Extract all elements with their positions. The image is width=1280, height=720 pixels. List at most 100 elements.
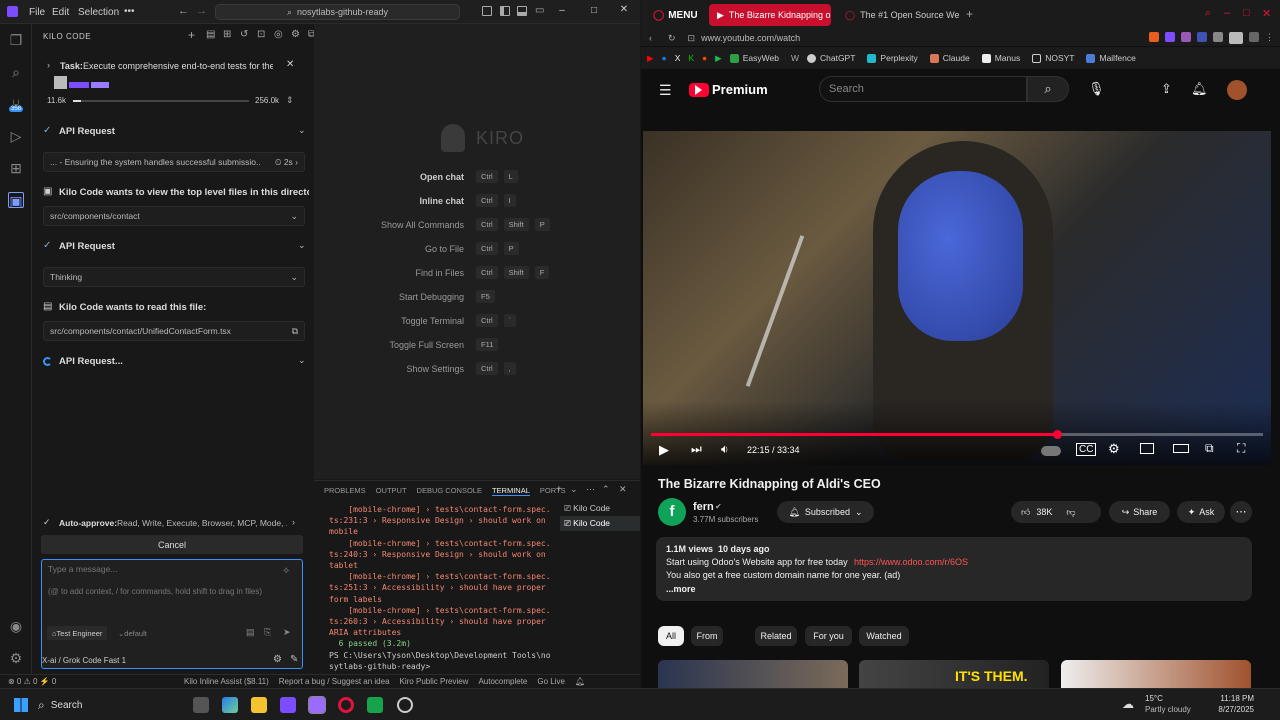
- auto-approve-checkbox[interactable]: ✓: [43, 517, 51, 528]
- context-icon[interactable]: ▤: [246, 627, 255, 638]
- terminal-output[interactable]: [mobile-chrome] › tests\contact-form.spe…: [329, 504, 551, 672]
- attach-image-icon[interactable]: ⎘: [264, 627, 271, 638]
- run-debug-icon[interactable]: ▷: [8, 128, 24, 144]
- play-icon[interactable]: ▶: [659, 442, 669, 458]
- report-bug-link[interactable]: Report a bug / Suggest an idea: [279, 677, 390, 686]
- channel-name[interactable]: fern: [693, 501, 714, 513]
- thinking-row[interactable]: Thinking ⌄: [43, 267, 305, 287]
- search-tabs-icon[interactable]: ⌕: [1205, 7, 1211, 20]
- shortcut-row[interactable]: Find in Files Ctrl Shift F: [314, 266, 555, 279]
- explorer-icon[interactable]: ❐: [8, 32, 24, 48]
- weather-condition[interactable]: Partly cloudy: [1145, 705, 1191, 714]
- enhance-prompt-icon[interactable]: ✧: [282, 566, 290, 577]
- microphone-icon[interactable]: 🎙︎: [1088, 81, 1105, 97]
- close-panel-icon[interactable]: ✕: [619, 484, 627, 495]
- close-button[interactable]: ✕: [610, 4, 638, 15]
- auto-approve-chevron-icon[interactable]: ›: [292, 517, 295, 527]
- download-icon[interactable]: [1249, 32, 1259, 42]
- message-input-box[interactable]: Type a message... ✧ (@ to add context, /…: [41, 559, 303, 669]
- channel-avatar[interactable]: f: [658, 498, 686, 526]
- description-box[interactable]: 1.1M views 10 days ago Start using Odoo'…: [656, 537, 1252, 601]
- new-terminal-icon[interactable]: +: [556, 484, 562, 495]
- mcp-icon[interactable]: ⊞: [223, 29, 231, 40]
- fullscreen-icon[interactable]: ⛶: [1237, 441, 1245, 456]
- shortcut-row[interactable]: Show Settings Ctrl,: [314, 362, 522, 375]
- kiro-preview-status[interactable]: Kiro Public Preview: [400, 677, 469, 686]
- kick-bm-icon[interactable]: K: [688, 53, 694, 63]
- api-request-chevron-icon[interactable]: ⌄: [298, 125, 306, 136]
- taskbar-search[interactable]: ⌕ Search: [38, 694, 178, 716]
- autocomplete-status[interactable]: Autocomplete: [478, 677, 527, 686]
- terminal-taskbar-icon[interactable]: [367, 697, 383, 713]
- shortcut-row[interactable]: Toggle Full Screen F11: [314, 338, 504, 351]
- toggle-panel-icon[interactable]: [517, 6, 527, 16]
- video-thumbnail-3[interactable]: [1061, 660, 1251, 688]
- app-icon[interactable]: [280, 697, 296, 713]
- youtube-premium-label[interactable]: Premium: [712, 82, 768, 97]
- description-link[interactable]: https://www.odoo.com/r/6OS: [854, 557, 968, 567]
- miniplayer-icon[interactable]: [1140, 443, 1154, 454]
- video-progress-bar[interactable]: [651, 430, 1263, 439]
- message-input[interactable]: Type a message...: [48, 564, 117, 574]
- open-file-icon[interactable]: ⧉: [292, 326, 298, 337]
- x-bm-icon[interactable]: X: [675, 53, 681, 63]
- youtube-search-button[interactable]: ⌕: [1027, 76, 1069, 102]
- settings-gear-icon[interactable]: ⚙: [1108, 441, 1120, 457]
- condense-icon[interactable]: ⇕: [286, 95, 294, 106]
- notifications-bell-icon[interactable]: 🔔︎: [1191, 81, 1208, 97]
- shortcut-row[interactable]: Open chat Ctrl L: [314, 170, 524, 183]
- tab-opensource[interactable]: ◯ The #1 Open Source Web: [837, 4, 959, 26]
- extensions-icon[interactable]: ⊞: [8, 160, 24, 176]
- w-bm-icon[interactable]: W: [791, 53, 799, 63]
- shortcut-row[interactable]: Go to File Ctrl P: [314, 242, 525, 255]
- chip-watched[interactable]: Watched: [859, 626, 909, 646]
- facebook-bm-icon[interactable]: ●: [662, 53, 667, 63]
- chip-all[interactable]: All: [658, 626, 684, 646]
- video-thumbnail-1[interactable]: [658, 660, 848, 688]
- new-tab-icon[interactable]: +: [966, 7, 973, 21]
- maximize-panel-icon[interactable]: ⌃: [602, 484, 610, 495]
- layout-panel-icon[interactable]: [482, 6, 492, 16]
- extensions-puzzle-icon[interactable]: [1213, 32, 1223, 42]
- reload-icon[interactable]: ↻: [668, 33, 676, 44]
- reddit-bm-icon[interactable]: ●: [702, 53, 707, 63]
- dislike-icon[interactable]: 👎︎: [1066, 507, 1075, 518]
- opera-menu-button[interactable]: ◯ MENU: [645, 4, 703, 26]
- history-icon[interactable]: ↺: [240, 29, 248, 40]
- play-bm-icon[interactable]: ▶: [715, 53, 722, 64]
- prompts-icon[interactable]: ▤: [206, 29, 215, 40]
- maximize-button[interactable]: □: [1243, 7, 1250, 19]
- api-request-title[interactable]: API Request: [59, 126, 115, 137]
- feedback-icon[interactable]: ✎: [290, 654, 298, 665]
- github-taskbar-icon[interactable]: [397, 697, 413, 713]
- cancel-button[interactable]: Cancel: [41, 535, 303, 554]
- mode-selector[interactable]: ⌂ Test Engineer: [47, 626, 108, 640]
- close-task-icon[interactable]: ✕: [286, 59, 294, 70]
- terminal-dropdown-icon[interactable]: ⌄: [570, 484, 578, 495]
- command-search[interactable]: ⌕ nosytlabs-github-ready: [215, 4, 460, 20]
- more-actions-icon[interactable]: ⋯: [586, 484, 595, 495]
- directory-row[interactable]: src/components/contact ⌄: [43, 206, 305, 226]
- share-button[interactable]: ↪ Share: [1109, 501, 1170, 523]
- video-player[interactable]: ▶ ⏭︎ 🔉︎ 22:15 / 33:34 CC ⚙ ⧉ ⛶: [643, 131, 1271, 465]
- chip-from[interactable]: From: [691, 626, 723, 646]
- file-row[interactable]: src/components/contact/UnifiedContactFor…: [43, 321, 305, 341]
- bookmark-chatgpt[interactable]: ChatGPT: [806, 53, 855, 63]
- opera-taskbar-icon[interactable]: [338, 697, 354, 713]
- extension-4-icon[interactable]: [1197, 32, 1207, 42]
- maximize-button[interactable]: □: [580, 5, 608, 16]
- video-scrubber-handle[interactable]: [1052, 430, 1062, 439]
- youtube-bm-icon[interactable]: ▶: [647, 53, 654, 64]
- tab-problems[interactable]: PROBLEMS: [324, 486, 366, 496]
- minimize-button[interactable]: –: [548, 5, 576, 16]
- forward-arrow-icon[interactable]: →: [196, 5, 207, 17]
- autoplay-toggle[interactable]: [1041, 446, 1061, 456]
- clock-time[interactable]: 11:18 PM: [1210, 694, 1254, 703]
- menu-edit[interactable]: Edit: [52, 7, 69, 18]
- terminal-item-active[interactable]: ⎚ Kilo Code: [560, 516, 640, 531]
- chip-for-you[interactable]: For you: [805, 626, 852, 646]
- go-live-status[interactable]: Go Live: [537, 677, 565, 686]
- video-thumbnail-2[interactable]: IT'S THEM.: [859, 660, 1049, 688]
- chip-related[interactable]: Related: [755, 626, 797, 646]
- kilo-code-icon[interactable]: ▣: [8, 192, 24, 209]
